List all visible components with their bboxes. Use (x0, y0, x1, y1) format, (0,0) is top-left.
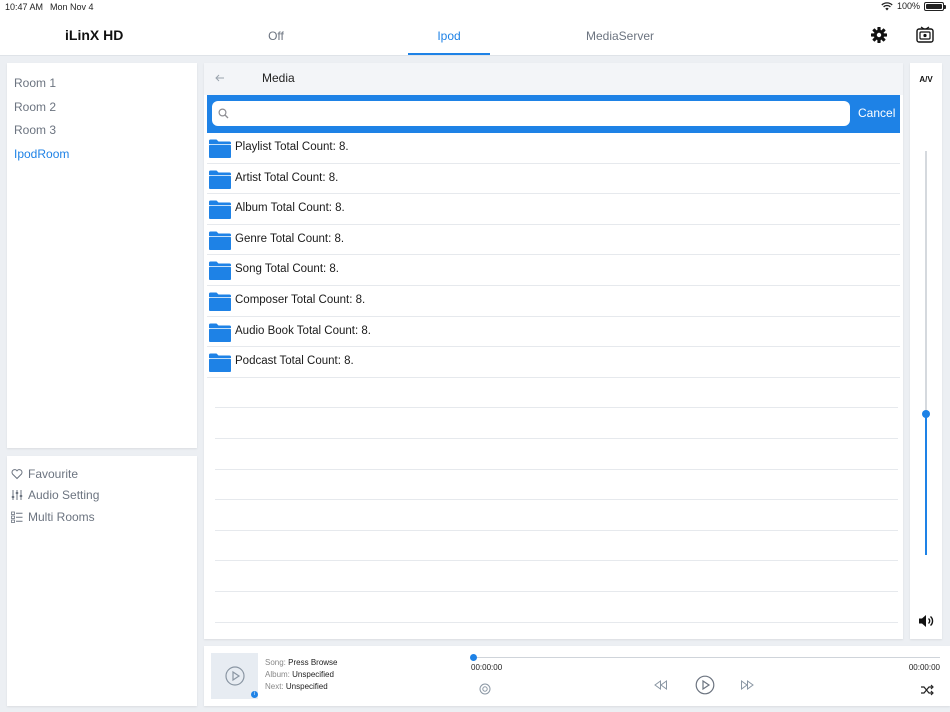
media-list-item[interactable]: Artist Total Count: 8. (207, 164, 900, 195)
room-item-room-3[interactable]: Room 3 (14, 123, 56, 137)
volume-panel: A/V (910, 63, 942, 639)
album-line: Album: Unspecified (265, 670, 334, 679)
speaker-icon[interactable] (918, 614, 934, 628)
volume-slider-thumb[interactable] (922, 409, 930, 418)
empty-list-row (215, 408, 898, 439)
media-header: Media (204, 63, 903, 95)
search-bar: Cancel (207, 95, 900, 133)
folder-icon (208, 169, 232, 190)
folder-icon (208, 291, 232, 312)
total-time: 00:00:00 (908, 663, 940, 672)
sliders-icon (11, 490, 23, 500)
empty-list-row (215, 470, 898, 501)
gear-icon[interactable] (869, 25, 889, 45)
tab-off[interactable]: Off (235, 29, 317, 43)
empty-list-row (215, 378, 898, 409)
menu-item-label: Multi Rooms (28, 510, 95, 524)
shuffle-icon[interactable] (920, 684, 934, 696)
folder-icon (208, 352, 232, 373)
song-line: Song: Press Browse (265, 658, 338, 667)
active-tab-indicator (408, 53, 490, 55)
media-list-item[interactable]: Genre Total Count: 8. (207, 225, 900, 256)
media-list: Playlist Total Count: 8. Artist Total Cou… (207, 133, 900, 623)
song-value: Press Browse (288, 658, 338, 667)
settings-menu-panel: Favourite Audio Setting Multi Rooms (7, 456, 197, 706)
media-list-item[interactable]: Song Total Count: 8. (207, 255, 900, 286)
media-list-item[interactable]: Album Total Count: 8. (207, 194, 900, 225)
media-item-label: Genre Total Count: 8. (235, 232, 345, 245)
search-field[interactable] (212, 101, 850, 126)
wifi-icon (881, 1, 893, 10)
menu-item-label: Favourite (28, 467, 79, 481)
app-header: iLinX HD Off Ipod MediaServer (0, 14, 950, 56)
media-list-item[interactable]: Playlist Total Count: 8. (207, 133, 900, 164)
heart-icon (11, 469, 23, 480)
room-item-ipodroom[interactable]: IpodRoom (14, 147, 69, 161)
media-item-label: Audio Book Total Count: 8. (235, 324, 371, 337)
empty-list-row (215, 439, 898, 470)
empty-list-row (215, 592, 898, 623)
menu-item-multi-rooms[interactable]: Multi Rooms (11, 510, 95, 524)
media-item-label: Artist Total Count: 8. (235, 171, 339, 184)
play-circle-icon (225, 666, 245, 686)
media-item-label: Podcast Total Count: 8. (235, 355, 354, 368)
next-value: Unspecified (285, 682, 328, 691)
room-item-room-2[interactable]: Room 2 (14, 100, 56, 114)
back-arrow-icon[interactable] (214, 72, 226, 84)
repeat-icon[interactable] (479, 683, 491, 695)
av-button[interactable]: A/V (910, 75, 942, 84)
progress-thumb[interactable] (470, 654, 477, 661)
folder-icon (208, 138, 232, 159)
album-label: Album: (265, 670, 290, 679)
player-bar: i Song: Press Browse Album: Unspecified … (204, 646, 950, 706)
media-item-label: Composer Total Count: 8. (235, 293, 366, 306)
status-date: Mon Nov 4 (50, 2, 94, 12)
media-item-label: Playlist Total Count: 8. (235, 141, 349, 153)
elapsed-time: 00:00:00 (471, 663, 503, 672)
rewind-icon[interactable] (654, 680, 667, 690)
app-title: iLinX HD (65, 27, 124, 43)
song-label: Song: (265, 658, 286, 667)
empty-list-row (215, 500, 898, 531)
next-label: Next: (265, 682, 284, 691)
tab-ipod[interactable]: Ipod (408, 29, 490, 43)
album-art[interactable]: i (211, 653, 258, 699)
menu-item-label: Audio Setting (28, 488, 100, 502)
status-time: 10:47 AM (5, 2, 44, 12)
search-icon (218, 108, 229, 119)
menu-item-favourite[interactable]: Favourite (11, 467, 78, 481)
empty-list-row (215, 561, 898, 592)
info-badge-icon[interactable]: i (251, 691, 258, 698)
media-panel: Media Cancel Playlist Total Count: 8. Art… (204, 63, 903, 639)
media-list-item[interactable]: Composer Total Count: 8. (207, 286, 900, 317)
folder-icon (208, 199, 232, 220)
rooms-panel: Room 1 Room 2 Room 3 IpodRoom (7, 63, 197, 448)
menu-item-audio-setting[interactable]: Audio Setting (11, 488, 99, 502)
media-item-label: Album Total Count: 8. (235, 202, 345, 215)
fast-forward-icon[interactable] (741, 680, 754, 690)
search-input[interactable] (232, 103, 842, 123)
media-list-item[interactable]: Audio Book Total Count: 8. (207, 317, 900, 348)
media-list-item[interactable]: Podcast Total Count: 8. (207, 347, 900, 378)
play-button-icon[interactable] (695, 675, 715, 695)
empty-list-row (215, 531, 898, 562)
media-item-label: Song Total Count: 8. (235, 263, 339, 276)
folder-icon (208, 230, 232, 251)
media-title: Media (262, 71, 295, 85)
av-device-icon[interactable] (915, 25, 935, 45)
next-line: Next: Unspecified (265, 682, 328, 691)
folder-icon (208, 322, 232, 343)
cancel-button[interactable]: Cancel (858, 106, 895, 120)
status-bar: 10:47 AM Mon Nov 4 100% (0, 0, 950, 14)
tab-mediaserver[interactable]: MediaServer (579, 29, 661, 43)
status-right: 100% (881, 1, 946, 11)
volume-slider-fill (925, 413, 927, 555)
album-value: Unspecified (292, 670, 334, 679)
battery-percent: 100% (896, 1, 920, 11)
room-item-room-1[interactable]: Room 1 (14, 76, 56, 90)
battery-icon (924, 1, 946, 11)
folder-icon (208, 260, 232, 281)
list-icon (11, 511, 23, 523)
progress-track[interactable] (474, 657, 940, 658)
